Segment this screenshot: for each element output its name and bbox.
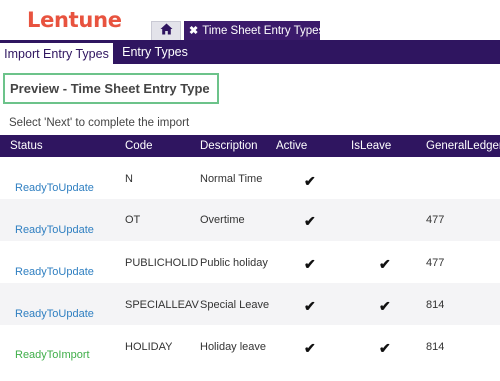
- description-value: Public holiday: [200, 257, 268, 269]
- column-header-active[interactable]: Active: [276, 135, 307, 157]
- isleave-check-icon: ✔: [379, 256, 391, 272]
- column-header-status[interactable]: Status: [10, 135, 43, 157]
- active-check-icon: ✔: [304, 340, 316, 356]
- status-value: ReadyToImport: [15, 349, 90, 361]
- logo: Lentune: [27, 8, 122, 32]
- description-value: Overtime: [200, 214, 245, 226]
- instructions-text: Select 'Next' to complete the import: [9, 117, 190, 129]
- tab-entry-types[interactable]: Entry Types: [115, 40, 195, 64]
- column-header-description[interactable]: Description: [200, 135, 258, 157]
- tab-import-entry-types[interactable]: Import Entry Types: [0, 40, 113, 64]
- status-value: ReadyToUpdate: [15, 224, 94, 236]
- gl-value: 814: [426, 299, 445, 311]
- code-value: HOLIDAY: [125, 341, 173, 353]
- description-value: Special Leave: [200, 299, 270, 311]
- table-row[interactable]: ReadyToUpdate N Normal Time ✔: [0, 157, 500, 199]
- table-header: Status Code Description Active IsLeave G…: [0, 135, 500, 157]
- description-value: Holiday leave: [200, 341, 267, 353]
- code-value: OT: [125, 214, 141, 226]
- code-value: PUBLICHOLID...: [125, 257, 199, 269]
- code-value: SPECIALLEAVE: [125, 299, 199, 311]
- code-value: N: [125, 173, 133, 185]
- tab-label: Time Sheet Entry Types: [202, 24, 325, 37]
- status-value: ReadyToUpdate: [15, 308, 94, 320]
- description-value: Normal Time: [200, 173, 263, 185]
- home-icon: [160, 22, 173, 40]
- gl-value: 477: [426, 257, 445, 269]
- top-bar: Lentune ✖ Time Sheet Entry Types: [0, 0, 500, 40]
- home-tab[interactable]: [151, 21, 181, 40]
- active-check-icon: ✔: [304, 256, 316, 272]
- status-value: ReadyToUpdate: [15, 266, 94, 278]
- column-header-code[interactable]: Code: [125, 135, 153, 157]
- isleave-check-icon: ✔: [379, 298, 391, 314]
- active-check-icon: ✔: [304, 173, 316, 189]
- gl-value: 814: [426, 341, 445, 353]
- table-row[interactable]: ReadyToUpdate SPECIALLEAVE Special Leave…: [0, 283, 500, 325]
- active-check-icon: ✔: [304, 213, 316, 229]
- column-header-general-ledger[interactable]: GeneralLedgerAc: [426, 135, 500, 157]
- close-icon[interactable]: ✖: [189, 24, 198, 37]
- isleave-check-icon: ✔: [379, 340, 391, 356]
- table-row[interactable]: ReadyToUpdate OT Overtime ✔ 477: [0, 199, 500, 241]
- gl-value: 477: [426, 214, 445, 226]
- table-row[interactable]: ReadyToImport HOLIDAY Holiday leave ✔ ✔ …: [0, 325, 500, 367]
- sub-navigation: Import Entry Types Entry Types: [0, 40, 500, 64]
- tab-time-sheet-entry-types[interactable]: ✖ Time Sheet Entry Types: [184, 21, 324, 40]
- column-header-isleave[interactable]: IsLeave: [351, 135, 391, 157]
- status-value: ReadyToUpdate: [15, 182, 94, 194]
- table-row[interactable]: ReadyToUpdate PUBLICHOLID... Public holi…: [0, 241, 500, 283]
- preview-title: Preview - Time Sheet Entry Type: [3, 73, 219, 104]
- active-check-icon: ✔: [304, 298, 316, 314]
